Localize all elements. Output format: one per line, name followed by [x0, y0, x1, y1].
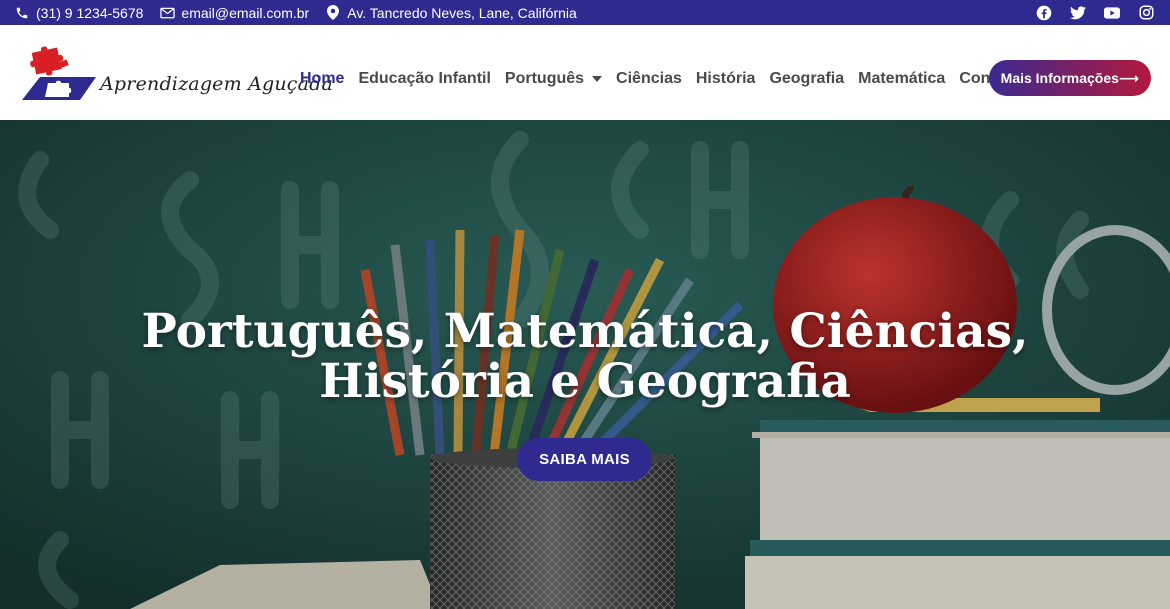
nav-item-geografia[interactable]: Geografia: [769, 70, 844, 88]
nav-item-home[interactable]: Home: [300, 70, 344, 88]
nav-label: Matemática: [858, 70, 946, 87]
saiba-mais-button[interactable]: SAIBA MAIS: [517, 438, 652, 481]
nav-label: Geografia: [769, 70, 845, 87]
nav-item-ciencias[interactable]: Ciências: [616, 70, 682, 88]
phone-text: (31) 9 1234-5678: [36, 4, 144, 21]
twitter-icon[interactable]: [1070, 5, 1086, 21]
nav-label: Ciências: [616, 70, 682, 87]
map-pin-icon: [325, 5, 341, 21]
site-logo[interactable]: Aprendizagem Aguçada: [18, 45, 333, 105]
social-links: [1018, 0, 1154, 25]
site-header: Aprendizagem Aguçada Home Educação Infan…: [0, 25, 1170, 120]
nav-label: Home: [300, 70, 345, 87]
envelope-icon: [159, 5, 175, 21]
top-bar: (31) 9 1234-5678 email@email.com.br Av. …: [0, 0, 1170, 25]
hero-banner: Português, Matemática, Ciências, Históri…: [0, 120, 1170, 609]
contact-phone[interactable]: (31) 9 1234-5678: [14, 5, 143, 21]
puzzle-logo-icon: [22, 46, 96, 100]
facebook-icon[interactable]: [1036, 5, 1052, 21]
nav-item-matematica[interactable]: Matemática: [858, 70, 945, 88]
nav-label: História: [695, 70, 756, 87]
phone-icon: [14, 5, 30, 21]
hero-title: Português, Matemática, Ciências, Históri…: [100, 307, 1070, 407]
nav-label: Português: [504, 70, 585, 87]
contact-address[interactable]: Av. Tancredo Neves, Lane, Califórnia: [325, 5, 577, 21]
mais-informacoes-button[interactable]: Mais Informações⟶: [988, 60, 1151, 96]
nav-item-portugues[interactable]: Português: [504, 70, 603, 88]
nav-label: Educação Infantil: [358, 70, 491, 87]
hero-title-line-1: Português, Matemática, Ciências,: [141, 304, 1029, 359]
email-text: email@email.com.br: [181, 4, 310, 21]
main-nav: Home Educação Infantil Português Ciência…: [300, 70, 1034, 88]
logo-text: Aprendizagem Aguçada: [100, 73, 334, 95]
contact-email[interactable]: email@email.com.br: [159, 5, 309, 21]
youtube-icon[interactable]: [1104, 5, 1120, 21]
nav-item-educacao-infantil[interactable]: Educação Infantil: [358, 70, 490, 88]
address-text: Av. Tancredo Neves, Lane, Califórnia: [347, 4, 577, 21]
nav-item-historia[interactable]: História: [696, 70, 756, 88]
instagram-icon[interactable]: [1138, 5, 1154, 21]
chevron-down-icon: [592, 76, 603, 82]
hero-title-line-2: História e Geografia: [319, 354, 851, 409]
